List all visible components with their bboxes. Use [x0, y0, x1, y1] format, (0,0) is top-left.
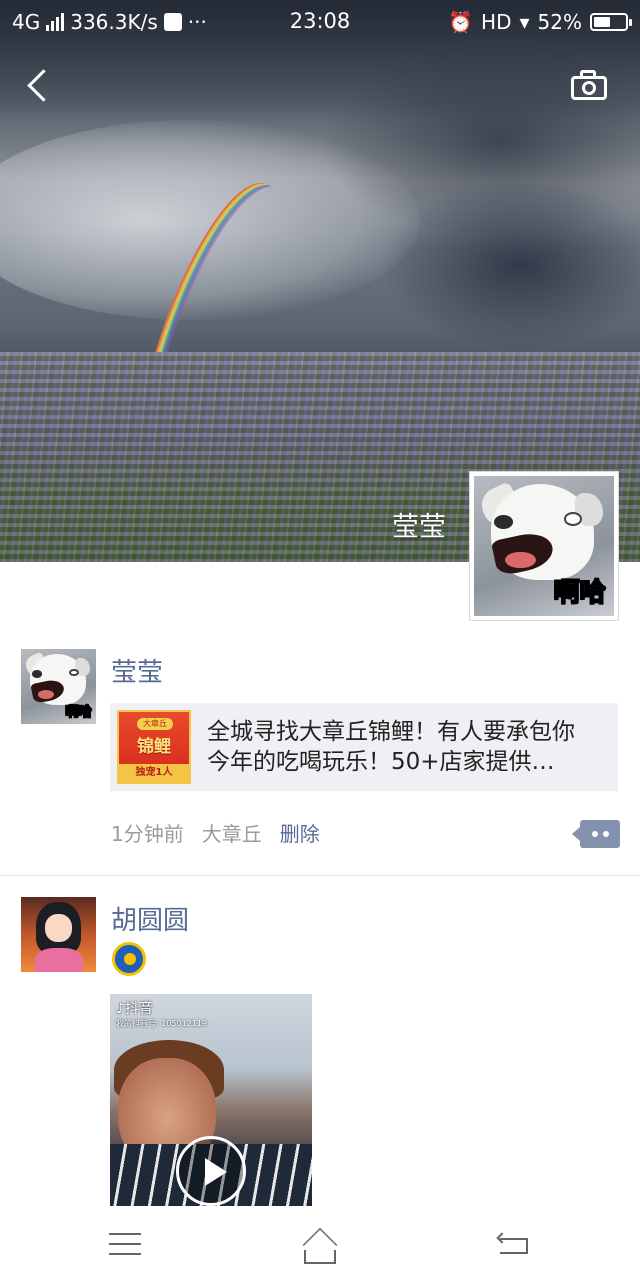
camera-icon[interactable] [568, 68, 614, 104]
avatar[interactable] [21, 897, 96, 972]
post-username[interactable]: 胡圆圆 [111, 900, 189, 937]
menu-icon[interactable] [109, 1231, 141, 1257]
link-title: 全城寻找大章丘锦鲤！有人要承包你今年的吃喝玩乐！50+店家提供… [207, 719, 575, 775]
wifi-icon: ▾ [519, 10, 530, 34]
delete-link[interactable]: 删除 [280, 818, 320, 847]
post-meta: 1分钟前 大章丘 删除 [111, 818, 320, 847]
moments-page: 4G 336.3K/s ··· 23:08 ⏰ HD ▾ 52% 莹莹 啊哈 啊… [0, 0, 640, 1280]
dog-avatar-image: 啊哈 [474, 476, 614, 616]
home-icon[interactable] [298, 1227, 342, 1264]
post-username[interactable]: 莹莹 [111, 652, 163, 689]
avatar-caption: 啊哈 [553, 578, 606, 609]
battery-icon [590, 13, 632, 31]
back-chevron-icon[interactable] [18, 64, 58, 108]
return-icon[interactable] [496, 1230, 532, 1256]
hd-badge: HD [481, 10, 512, 34]
profile-avatar[interactable]: 啊哈 [469, 471, 619, 621]
douyin-account: 我的抖音号: 105012119 [116, 1019, 208, 1028]
avatar[interactable]: 啊哈 [21, 649, 96, 724]
shared-link-card[interactable]: 大章丘 锦鲤 独宠1人 全城寻找大章丘锦鲤！有人要承包你今年的吃喝玩乐！50+店… [110, 703, 618, 791]
girl-avatar-image [21, 897, 96, 972]
feed-post: 啊哈 莹莹 大章丘 锦鲤 独宠1人 全城寻找大章丘锦鲤！有人要承包你今年的吃喝玩… [0, 640, 640, 876]
video-thumbnail[interactable]: ♪抖音 我的抖音号: 105012119 [110, 994, 312, 1206]
link-thumbnail: 大章丘 锦鲤 独宠1人 [117, 710, 191, 784]
moon-emoji-icon [112, 942, 146, 976]
comment-menu-icon[interactable] [572, 820, 620, 848]
alarm-icon: ⏰ [448, 10, 474, 34]
profile-name: 莹莹 [392, 512, 446, 543]
play-icon[interactable] [176, 1136, 246, 1206]
dog-avatar-image: 啊哈 [21, 649, 96, 724]
feed-post: 胡圆圆 ♪抖音 我的抖音号: 105012119 [0, 876, 640, 1216]
avatar-caption: 啊哈 [65, 705, 92, 721]
douyin-logo: ♪抖音 [116, 1001, 153, 1017]
post-location[interactable]: 大章丘 [202, 818, 262, 847]
thumb-footer: 独宠1人 [119, 764, 189, 782]
status-bar: 4G 336.3K/s ··· 23:08 ⏰ HD ▾ 52% [0, 0, 640, 44]
post-time: 1分钟前 [111, 822, 184, 846]
system-nav-bar [0, 1216, 640, 1280]
thumb-title: 锦鲤 [137, 737, 171, 757]
battery-percent: 52% [537, 10, 582, 34]
thumb-badge: 大章丘 [137, 718, 173, 730]
